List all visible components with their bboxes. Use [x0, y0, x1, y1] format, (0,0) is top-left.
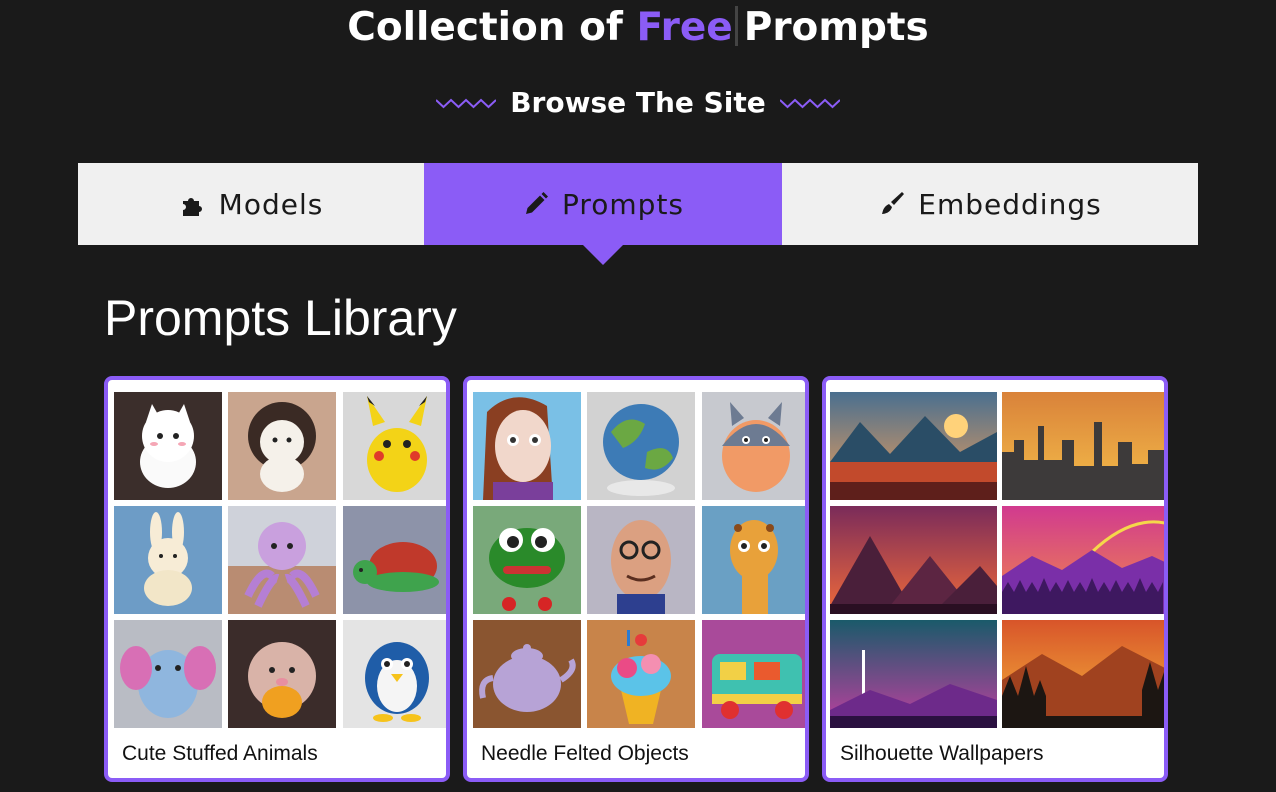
tab-models-label: Models	[218, 187, 324, 221]
thumbnail-image	[702, 620, 805, 728]
page-headline: Collection of Free Prompts	[0, 4, 1276, 52]
thumbnail-image	[1002, 620, 1164, 728]
thumbnail-image	[343, 620, 446, 728]
thumbnail-image	[343, 506, 446, 614]
zigzag-right-icon	[779, 98, 840, 108]
thumbnail-image	[343, 392, 446, 500]
thumbnail-image	[1002, 506, 1164, 614]
tab-prompts-label: Prompts	[561, 187, 685, 221]
typing-caret	[734, 6, 738, 46]
tab-embeddings[interactable]: Embeddings	[782, 163, 1198, 245]
thumbnail-image	[1002, 392, 1164, 500]
brush-icon	[882, 192, 905, 214]
thumbnail-image	[830, 392, 997, 500]
card-image-grid	[111, 388, 446, 728]
thumbnail-image	[114, 620, 222, 728]
headline-prefix: Collection of	[347, 5, 637, 50]
thumbnail-image	[228, 392, 336, 500]
tab-embeddings-label: Embeddings	[918, 187, 1102, 221]
headline-accent-word: Free	[636, 5, 733, 50]
tab-prompts[interactable]: Prompts	[424, 163, 782, 265]
thumbnail-image	[702, 392, 805, 500]
tab-models[interactable]: Models	[78, 163, 424, 245]
prompt-card[interactable]: Cute Stuffed Animals	[104, 376, 450, 782]
prompts-library-title: Prompts Library	[104, 290, 457, 346]
thumbnail-image	[473, 506, 581, 614]
thumbnail-image	[830, 506, 997, 614]
headline-suffix: Prompts	[743, 5, 929, 50]
thumbnail-image	[473, 620, 581, 728]
thumbnail-image	[228, 620, 336, 728]
prompt-card[interactable]: Silhouette Wallpapers	[822, 376, 1168, 782]
thumbnail-image	[830, 620, 997, 728]
thumbnail-image	[114, 506, 222, 614]
thumbnail-image	[228, 506, 336, 614]
prompt-card[interactable]: Needle Felted Objects	[463, 376, 809, 782]
thumbnail-image	[114, 392, 222, 500]
card-title: Silhouette Wallpapers	[840, 742, 1044, 765]
puzzle-icon	[182, 198, 202, 216]
thumbnail-image	[587, 620, 695, 728]
category-tabs: Models Prompts Embeddings	[78, 163, 1198, 265]
thumbnail-image	[587, 506, 695, 614]
pencil-icon	[525, 192, 548, 214]
zigzag-left-icon	[436, 98, 497, 108]
browse-label: Browse The Site	[510, 86, 766, 119]
thumbnail-image	[587, 392, 695, 500]
thumbnail-image	[473, 392, 581, 500]
card-image-grid	[829, 388, 1164, 728]
card-title: Cute Stuffed Animals	[122, 742, 318, 765]
thumbnail-image	[702, 506, 805, 614]
card-title: Needle Felted Objects	[481, 742, 689, 765]
active-tab-pointer	[583, 245, 623, 265]
card-image-grid	[470, 388, 805, 728]
browse-heading: Browse The Site	[0, 86, 1276, 119]
